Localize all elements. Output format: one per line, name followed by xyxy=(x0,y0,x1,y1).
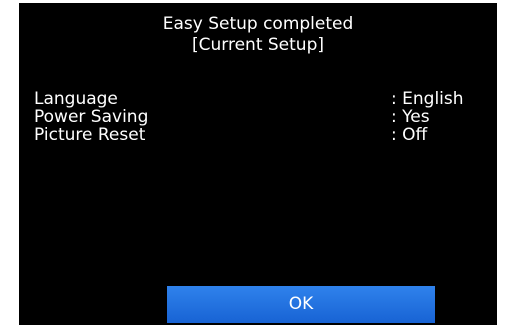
dialog-title: Easy Setup completed [Current Setup] xyxy=(19,14,497,56)
setting-label-power-saving: Power Saving xyxy=(34,107,149,127)
setting-row-picture-reset: Picture Reset : Off xyxy=(34,126,479,144)
setting-value-language: : English xyxy=(391,89,464,109)
settings-summary: Language : English Power Saving : Yes Pi… xyxy=(34,90,479,144)
setting-row-language: Language : English xyxy=(34,90,479,108)
dialog-title-line2: [Current Setup] xyxy=(192,35,324,55)
setting-row-power-saving: Power Saving : Yes xyxy=(34,108,479,126)
setting-label-language: Language xyxy=(34,89,118,109)
easy-setup-dialog: Easy Setup completed [Current Setup] Lan… xyxy=(19,3,497,325)
setting-label-picture-reset: Picture Reset xyxy=(34,125,146,145)
setting-value-power-saving: : Yes xyxy=(391,107,430,127)
ok-button[interactable]: OK xyxy=(167,286,435,323)
dialog-title-line1: Easy Setup completed xyxy=(162,14,354,34)
setting-value-picture-reset: : Off xyxy=(391,125,428,145)
